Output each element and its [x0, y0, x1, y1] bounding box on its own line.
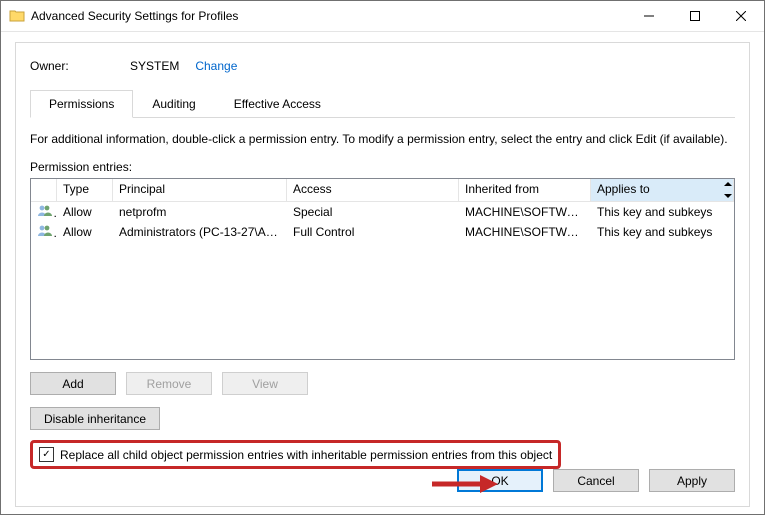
cancel-button[interactable]: Cancel [553, 469, 639, 492]
replace-checkbox[interactable]: ✓ [39, 447, 54, 462]
entry-buttons: Add Remove View [30, 372, 735, 395]
window: Advanced Security Settings for Profiles … [0, 0, 765, 515]
owner-label: Owner: [30, 59, 130, 73]
col-access[interactable]: Access [287, 179, 459, 201]
cell-inherited: MACHINE\SOFTWARE... [459, 203, 591, 221]
highlight-box: ✓ Replace all child object permission en… [30, 440, 561, 469]
cell-applies: This key and subkeys [591, 203, 734, 221]
disable-inheritance-button[interactable]: Disable inheritance [30, 407, 160, 430]
ok-button[interactable]: OK [457, 469, 543, 492]
window-controls [626, 1, 764, 31]
dialog-footer: OK Cancel Apply [30, 469, 735, 492]
col-principal[interactable]: Principal [113, 179, 287, 201]
folder-icon [9, 8, 25, 24]
window-title: Advanced Security Settings for Profiles [31, 9, 626, 23]
tab-permissions[interactable]: Permissions [30, 90, 133, 118]
info-text: For additional information, double-click… [30, 132, 735, 146]
table-row[interactable]: Allow netprofm Special MACHINE\SOFTWARE.… [31, 202, 734, 222]
minimize-button[interactable] [626, 1, 672, 31]
cell-principal: Administrators (PC-13-27\Ad... [113, 223, 287, 241]
cell-type: Allow [57, 203, 113, 221]
maximize-button[interactable] [672, 1, 718, 31]
entries-label: Permission entries: [30, 160, 735, 174]
main-panel: Owner: SYSTEM Change Permissions Auditin… [15, 42, 750, 507]
titlebar: Advanced Security Settings for Profiles [1, 1, 764, 32]
users-icon [31, 223, 57, 242]
change-owner-link[interactable]: Change [195, 59, 237, 73]
replace-checkbox-label[interactable]: Replace all child object permission entr… [60, 448, 552, 462]
tab-strip: Permissions Auditing Effective Access [30, 89, 735, 118]
tab-auditing[interactable]: Auditing [133, 90, 214, 118]
add-button[interactable]: Add [30, 372, 116, 395]
apply-button[interactable]: Apply [649, 469, 735, 492]
col-inherited[interactable]: Inherited from [459, 179, 591, 201]
col-applies[interactable]: Applies to [591, 179, 734, 201]
remove-button: Remove [126, 372, 212, 395]
cell-applies: This key and subkeys [591, 223, 734, 241]
permission-grid[interactable]: Type Principal Access Inherited from App… [30, 178, 735, 360]
col-icon[interactable] [31, 179, 57, 201]
cell-inherited: MACHINE\SOFTWARE... [459, 223, 591, 241]
owner-row: Owner: SYSTEM Change [30, 59, 735, 73]
col-type[interactable]: Type [57, 179, 113, 201]
grid-header: Type Principal Access Inherited from App… [31, 179, 734, 202]
owner-value: SYSTEM [130, 59, 179, 73]
cell-access: Full Control [287, 223, 459, 241]
close-button[interactable] [718, 1, 764, 31]
view-button: View [222, 372, 308, 395]
cell-access: Special [287, 203, 459, 221]
table-row[interactable]: Allow Administrators (PC-13-27\Ad... Ful… [31, 222, 734, 242]
cell-principal: netprofm [113, 203, 287, 221]
grid-body: Allow netprofm Special MACHINE\SOFTWARE.… [31, 202, 734, 242]
users-icon [31, 203, 57, 222]
content-area: Owner: SYSTEM Change Permissions Auditin… [1, 32, 764, 521]
tab-effective-access[interactable]: Effective Access [215, 90, 340, 118]
cell-type: Allow [57, 223, 113, 241]
